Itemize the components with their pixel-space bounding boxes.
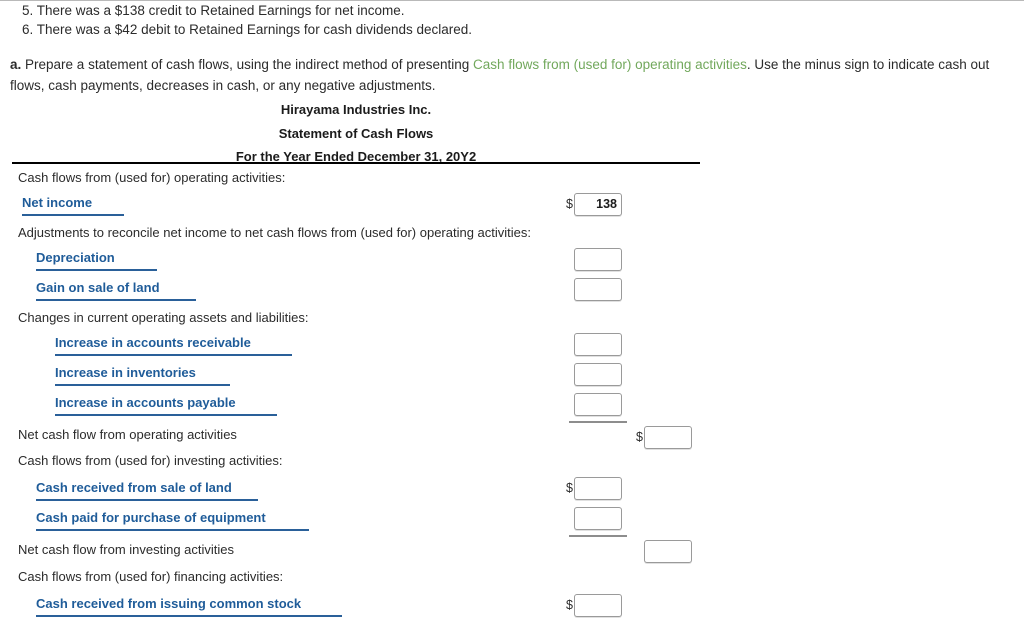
amount-input-net-income[interactable]: 138 xyxy=(574,193,622,216)
amount-input-increase-inventories[interactable] xyxy=(574,363,622,386)
fact-item-5: 5. There was a $138 credit to Retained E… xyxy=(22,3,405,18)
dollar-sign-cash-received-stock: $ xyxy=(566,598,573,612)
adjustments-header: Adjustments to reconcile net income to n… xyxy=(18,225,532,240)
account-select-increase-accounts-payable[interactable]: Increase in accounts payable xyxy=(55,395,277,416)
account-select-cash-paid-equipment[interactable]: Cash paid for purchase of equipment xyxy=(36,510,309,531)
row-operating-header: Cash flows from (used for) operating act… xyxy=(0,166,1024,191)
amount-input-increase-accounts-payable[interactable] xyxy=(574,393,622,416)
account-select-gain-on-sale-of-land[interactable]: Gain on sale of land xyxy=(36,280,196,301)
net-investing-label: Net cash flow from investing activities xyxy=(18,542,235,557)
worksheet-page: 5. There was a $138 credit to Retained E… xyxy=(0,0,1024,617)
instruction-text-before: Prepare a statement of cash flows, using… xyxy=(25,57,470,72)
row-gain-on-sale-of-land: Gain on sale of land xyxy=(0,276,1024,306)
account-select-cash-received-sale-land[interactable]: Cash received from sale of land xyxy=(36,480,258,501)
row-net-operating: Net cash flow from operating activities … xyxy=(0,421,1024,451)
amount-input-cash-paid-equipment[interactable] xyxy=(574,507,622,530)
row-increase-accounts-receivable: Increase in accounts receivable xyxy=(0,331,1024,361)
dollar-sign-sale-land: $ xyxy=(566,481,573,495)
row-net-investing: Net cash flow from investing activities xyxy=(0,536,1024,566)
row-changes-header: Changes in current operating assets and … xyxy=(0,306,1024,331)
account-select-increase-inventories[interactable]: Increase in inventories xyxy=(55,365,230,386)
question-intro: 5. There was a $138 credit to Retained E… xyxy=(0,1,1010,96)
row-cash-paid-equipment: Cash paid for purchase of equipment xyxy=(0,506,1024,537)
glossary-link[interactable]: Cash flows from (used for) operating act… xyxy=(473,57,747,72)
net-operating-label: Net cash flow from operating activities xyxy=(18,427,237,442)
amount-input-gain-on-sale-of-land[interactable] xyxy=(574,278,622,301)
operating-activities-header: Cash flows from (used for) operating act… xyxy=(18,170,286,185)
investing-activities-header: Cash flows from (used for) investing act… xyxy=(18,453,283,468)
row-cash-received-sale-land: Cash received from sale of land $ xyxy=(0,476,1024,506)
company-name: Hirayama Industries Inc. xyxy=(280,102,432,117)
account-select-increase-accounts-receivable[interactable]: Increase in accounts receivable xyxy=(55,335,292,356)
fact-list: 5. There was a $138 credit to Retained E… xyxy=(0,1,1010,39)
amount-input-net-operating[interactable] xyxy=(644,426,692,449)
amount-input-net-investing[interactable] xyxy=(644,540,692,563)
row-increase-accounts-payable: Increase in accounts payable xyxy=(0,391,1024,423)
row-adjustments-header: Adjustments to reconcile net income to n… xyxy=(0,221,1024,246)
instruction-paragraph: a. Prepare a statement of cash flows, us… xyxy=(0,54,1010,96)
heading-rule xyxy=(12,162,700,164)
amount-value-net-income: 138 xyxy=(596,197,617,211)
changes-header: Changes in current operating assets and … xyxy=(18,310,309,325)
row-increase-inventories: Increase in inventories xyxy=(0,361,1024,391)
row-net-income: Net income $ 138 xyxy=(0,191,1024,221)
fact-item-6: 6. There was a $42 debit to Retained Ear… xyxy=(22,22,473,37)
statement-title: Statement of Cash Flows xyxy=(278,125,434,141)
account-select-cash-received-stock[interactable]: Cash received from issuing common stock xyxy=(36,596,342,617)
amount-input-depreciation[interactable] xyxy=(574,248,622,271)
row-financing-header: Cash flows from (used for) financing act… xyxy=(0,566,1024,591)
dollar-sign-net-income: $ xyxy=(566,197,573,211)
row-cash-received-stock: Cash received from issuing common stock … xyxy=(0,591,1024,621)
amount-input-cash-received-stock[interactable] xyxy=(574,594,622,617)
amount-input-increase-accounts-receivable[interactable] xyxy=(574,333,622,356)
dollar-sign-net-operating: $ xyxy=(636,430,643,444)
account-select-net-income[interactable]: Net income xyxy=(22,195,124,216)
row-investing-header: Cash flows from (used for) investing act… xyxy=(0,451,1024,476)
instruction-part-label: a. xyxy=(10,57,22,72)
financing-activities-header: Cash flows from (used for) financing act… xyxy=(18,569,284,584)
account-select-depreciation[interactable]: Depreciation xyxy=(36,250,157,271)
statement-heading: Hirayama Industries Inc. Statement of Ca… xyxy=(12,101,700,166)
amount-input-cash-received-sale-land[interactable] xyxy=(574,477,622,500)
row-depreciation: Depreciation xyxy=(0,246,1024,276)
statement-body: Cash flows from (used for) operating act… xyxy=(0,166,1024,621)
